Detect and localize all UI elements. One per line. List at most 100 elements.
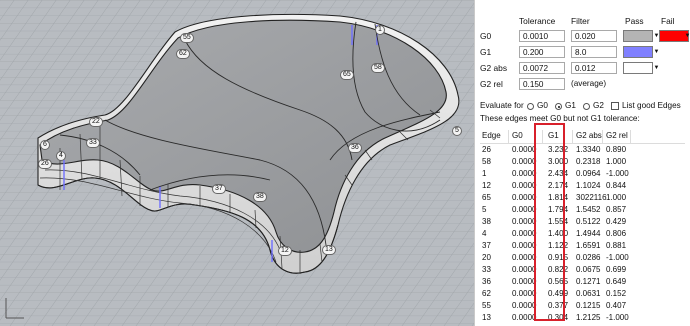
g2rel-cell: 0.806 bbox=[606, 229, 627, 238]
edge-cell: 33 bbox=[482, 265, 491, 274]
edge-label-tag: 65 bbox=[340, 70, 354, 80]
edge-cell: 37 bbox=[482, 241, 491, 250]
g0-cell: 0.0000 bbox=[512, 289, 537, 298]
table-row[interactable]: 12 0.0000 2.174 1.1024 0.844 bbox=[480, 180, 685, 192]
g2abs-tolerance-input[interactable] bbox=[519, 62, 565, 74]
col-g2abs-header[interactable]: G2 abs bbox=[576, 130, 602, 142]
table-header-row: Edge G0 G1 G2 abs G2 rel bbox=[480, 130, 685, 144]
row-g1-label: G1 bbox=[480, 47, 492, 57]
row-g0-label: G0 bbox=[480, 31, 492, 41]
g2abs-cell: 0.1215 bbox=[576, 301, 601, 310]
radio-g0[interactable] bbox=[527, 103, 534, 110]
g2rel-cell: 0.152 bbox=[606, 289, 627, 298]
edge-label-tag: 6 bbox=[40, 140, 50, 150]
table-row[interactable]: 13 0.0000 0.304 1.2125 -1.000 bbox=[480, 312, 685, 324]
g0-cell: 0.0000 bbox=[512, 205, 537, 214]
table-row[interactable]: 1 0.0000 2.434 0.0964 -1.000 bbox=[480, 168, 685, 180]
table-row[interactable]: 33 0.0000 0.822 0.0675 0.699 bbox=[480, 264, 685, 276]
g0-cell: 0.0000 bbox=[512, 301, 537, 310]
edge-cell: 36 bbox=[482, 277, 491, 286]
g2rel-cell: 0.407 bbox=[606, 301, 627, 310]
g2abs-cell: 0.5122 bbox=[576, 217, 601, 226]
radio-g1-label: G1 bbox=[565, 101, 576, 110]
g0-cell: 0.0000 bbox=[512, 241, 537, 250]
g1-pass-dropdown-icon[interactable]: ▼ bbox=[653, 46, 660, 58]
table-row[interactable]: 65 0.0000 1.814 3022116 1.000 bbox=[480, 192, 685, 204]
edge-cell: 55 bbox=[482, 301, 491, 310]
table-row[interactable]: 55 0.0000 0.377 0.1215 0.407 bbox=[480, 300, 685, 312]
g0-tolerance-input[interactable] bbox=[519, 30, 565, 42]
table-row[interactable]: 37 0.0000 1.122 1.6591 0.881 bbox=[480, 240, 685, 252]
table-row[interactable]: 38 0.0000 1.554 0.5122 0.429 bbox=[480, 216, 685, 228]
edge-cell: 38 bbox=[482, 217, 491, 226]
table-row[interactable]: 58 0.0000 3.000 0.2318 1.000 bbox=[480, 156, 685, 168]
g0-cell: 0.0000 bbox=[512, 181, 537, 190]
table-body: 26 0.0000 3.232 1.3340 0.890 58 0.0000 3.000 0.2… bbox=[480, 144, 685, 324]
edge-results-table[interactable]: Edge G0 G1 G2 abs G2 rel 26 0.0000 3.232 1.… bbox=[480, 130, 685, 324]
edge-label-tag: 37 bbox=[212, 184, 226, 194]
edge-label-tag: 1 bbox=[375, 25, 385, 35]
col-edge-header[interactable]: Edge bbox=[482, 130, 501, 142]
g2rel-cell: 0.857 bbox=[606, 205, 627, 214]
g2rel-cell: 0.429 bbox=[606, 217, 627, 226]
edge-continuity-panel: Tolerance Filter Pass Fail G0 ▼ ▼ G1 ▼ G… bbox=[474, 0, 690, 326]
edge-label-tag: 62 bbox=[176, 49, 190, 59]
g2abs-cell: 0.0631 bbox=[576, 289, 601, 298]
table-row[interactable]: 20 0.0000 0.915 0.0286 -1.000 bbox=[480, 252, 685, 264]
radio-g2[interactable] bbox=[583, 103, 590, 110]
list-good-edges-checkbox[interactable] bbox=[611, 102, 619, 110]
edge-cell: 65 bbox=[482, 193, 491, 202]
edge-label-tag: 12 bbox=[278, 246, 292, 256]
g2rel-cell: -1.000 bbox=[606, 169, 629, 178]
edge-label-tag: 4 bbox=[56, 151, 66, 161]
fail-dropdown-icon[interactable]: ▼ bbox=[684, 30, 690, 42]
table-row[interactable]: 26 0.0000 3.232 1.3340 0.890 bbox=[480, 144, 685, 156]
g2abs-cell: 1.6591 bbox=[576, 241, 601, 250]
g1-pass-color-swatch[interactable] bbox=[623, 46, 653, 58]
edge-cell: 26 bbox=[482, 145, 491, 154]
edge-cell: 13 bbox=[482, 313, 491, 322]
g2rel-cell: 0.649 bbox=[606, 277, 627, 286]
radio-g1[interactable] bbox=[555, 103, 562, 110]
g2abs-cell: 1.1024 bbox=[576, 181, 601, 190]
g1-filter-input[interactable] bbox=[571, 46, 617, 58]
row-g2rel-label: G2 rel bbox=[480, 79, 503, 89]
g2abs-cell: 1.4944 bbox=[576, 229, 601, 238]
g1-tolerance-input[interactable] bbox=[519, 46, 565, 58]
g0-cell: 0.0000 bbox=[512, 217, 537, 226]
col-g0-header[interactable]: G0 bbox=[512, 130, 523, 142]
row-g2abs-label: G2 abs bbox=[480, 63, 508, 73]
g0-cell: 0.0000 bbox=[512, 157, 537, 166]
table-row[interactable]: 36 0.0000 0.565 0.1271 0.649 bbox=[480, 276, 685, 288]
table-row[interactable]: 62 0.0000 0.499 0.0631 0.152 bbox=[480, 288, 685, 300]
g0-pass-color-swatch[interactable] bbox=[623, 30, 653, 42]
g2rel-tolerance-input[interactable] bbox=[519, 78, 565, 90]
g2rel-cell: -1.000 bbox=[606, 253, 629, 262]
g2abs-cell: 3022116 bbox=[576, 193, 607, 202]
g0-filter-input[interactable] bbox=[571, 30, 617, 42]
edge-label-tag: 55 bbox=[180, 33, 194, 43]
g0-cell: 0.0000 bbox=[512, 265, 537, 274]
edge-label-tag: 33 bbox=[86, 138, 100, 148]
g2rel-cell: 1.000 bbox=[606, 157, 627, 166]
edge-label-tag: 26 bbox=[38, 159, 52, 169]
header-fail: Fail bbox=[661, 16, 675, 26]
g2abs-filter-input[interactable] bbox=[571, 62, 617, 74]
table-row[interactable]: 5 0.0000 1.794 1.5452 0.857 bbox=[480, 204, 685, 216]
header-filter: Filter bbox=[571, 16, 590, 26]
g0-cell: 0.0000 bbox=[512, 253, 537, 262]
g0-cell: 0.0000 bbox=[512, 145, 537, 154]
edge-cell: 5 bbox=[482, 205, 487, 214]
edge-label-tag: 38 bbox=[253, 192, 267, 202]
table-row[interactable]: 4 0.0000 1.400 1.4944 0.806 bbox=[480, 228, 685, 240]
edge-label-tag: 36 bbox=[348, 143, 362, 153]
g0-cell: 0.0000 bbox=[512, 193, 537, 202]
edge-cell: 12 bbox=[482, 181, 491, 190]
col-g2rel-header[interactable]: G2 rel bbox=[606, 130, 628, 142]
g2-pass-color-swatch[interactable] bbox=[623, 62, 653, 74]
header-tolerance: Tolerance bbox=[519, 16, 556, 26]
viewport-3d[interactable]: 55 62 1 65 58 22 33 6 26 4 36 37 38 12 13 5 bbox=[0, 0, 474, 326]
g0-cell: 0.0000 bbox=[512, 313, 537, 322]
g2-pass-dropdown-icon[interactable]: ▼ bbox=[653, 62, 660, 74]
g2abs-cell: 1.5452 bbox=[576, 205, 601, 214]
